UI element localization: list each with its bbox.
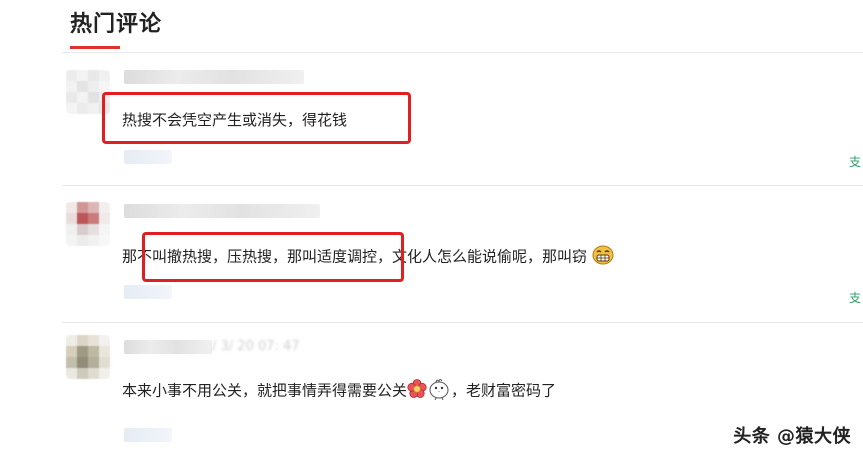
highlight-box [142,232,404,282]
title-underline [70,46,120,49]
comment-meta [124,285,172,299]
avatar[interactable] [66,202,110,246]
username[interactable] [124,204,320,218]
flower-emoji-icon [407,379,427,403]
comment-timestamp: / 3/ 20 07: 47 [212,339,300,354]
reply-button[interactable]: 支 [849,153,861,170]
chick-emoji-icon [427,378,451,404]
section-title: 热门评论 [70,12,163,37]
divider [62,52,863,53]
comment-text-part: 本来小事不用公关，就把事情弄得需要公关 [122,381,408,400]
comment-text: 本来小事不用公关，就把事情弄得需要公关 ，老财富密码了 [122,378,556,404]
watermark: 头条 @猿大侠 [733,426,851,447]
username[interactable] [124,70,304,84]
reply-button[interactable]: 支 [849,289,861,306]
comment-text-part: ，老财富密码了 [451,381,557,400]
divider [62,322,863,323]
grin-emoji-icon [592,245,614,269]
comment-meta [124,428,172,442]
avatar[interactable] [66,335,110,379]
comment-meta [124,150,172,164]
username[interactable] [124,340,212,354]
highlight-box [102,92,411,144]
divider [62,185,863,186]
